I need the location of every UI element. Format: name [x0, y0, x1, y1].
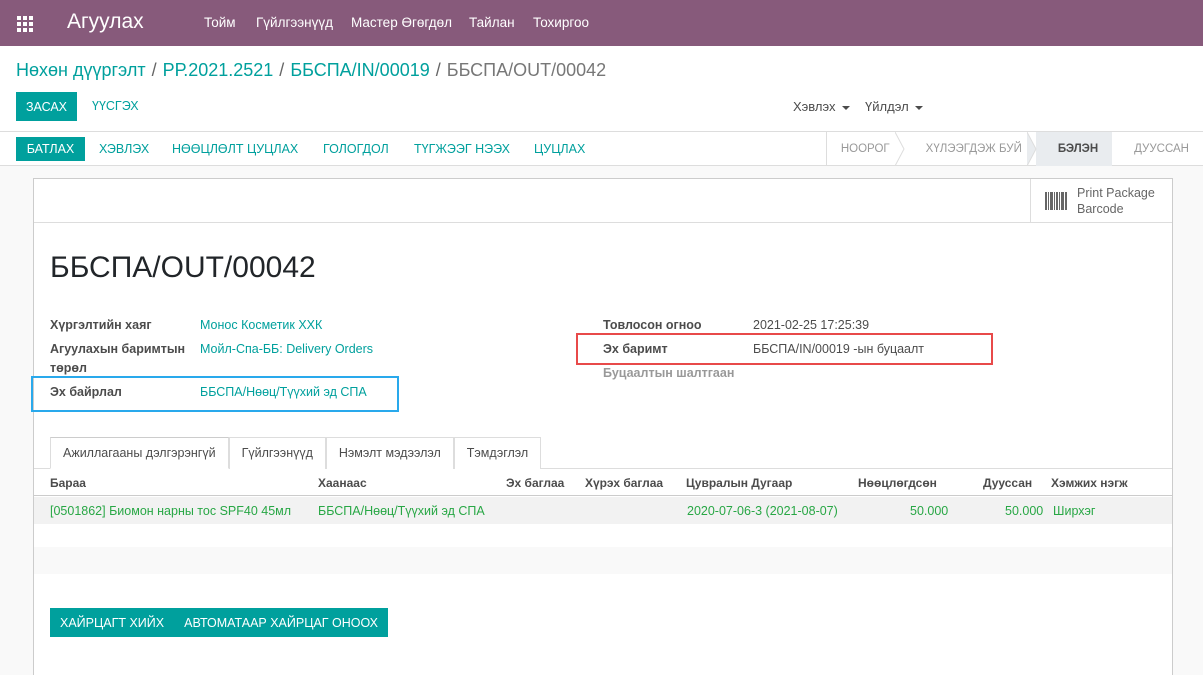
confirm-button[interactable]: БАТЛАХ: [16, 137, 85, 161]
column-reserved[interactable]: Нөөцлөгдсөн: [858, 476, 937, 490]
pack-buttons: ХАЙРЦАГТ ХИЙХ АВТОМАТААР ХАЙРЦАГ ОНООХ: [50, 608, 389, 637]
action-dropdown-label: Үйлдэл: [865, 99, 909, 114]
stage-ready-label: БЭЛЭН: [1057, 143, 1099, 155]
breadcrumb-separator: /: [151, 60, 157, 80]
cell-uom: Ширхэг: [1053, 504, 1096, 518]
control-panel: Нөхөн дүүргэлт / РР.2021.2521/ББСПА/IN/000…: [0, 46, 1203, 166]
apps-menu-icon[interactable]: [17, 16, 33, 32]
empty-row: [34, 547, 1172, 574]
menu-reporting[interactable]: Тайлан: [469, 15, 515, 30]
column-from[interactable]: Хаанаас: [318, 476, 367, 490]
cancel-button[interactable]: ЦУЦЛАХ: [534, 142, 585, 156]
scrap-button[interactable]: ГОЛОГДОЛ: [323, 142, 389, 156]
chevron-right-icon: [894, 132, 905, 166]
chevron-right-icon: [1026, 132, 1037, 166]
breadcrumb: Нөхөн дүүргэлт / РР.2021.2521/ББСПА/IN/000…: [16, 60, 606, 81]
breadcrumb-in-picking[interactable]: ББСПА/IN/00019: [290, 60, 429, 80]
auto-pack-button[interactable]: АВТОМАТААР ХАЙРЦАГ ОНООХ: [174, 608, 388, 637]
source-document-highlight: [576, 333, 993, 365]
stage-done-label: ДУУССАН: [1134, 143, 1189, 155]
column-product[interactable]: Бараа: [50, 476, 86, 490]
unreserve-button[interactable]: НӨӨЦЛӨЛТ ЦУЦЛАХ: [172, 142, 298, 156]
delivery-address-link[interactable]: Монос Косметик ХХК: [200, 318, 322, 332]
stage-pipeline: НООРОГ ХҮЛЭЭГДЭЖ БУЙ БЭЛЭН ДУУССАН: [825, 132, 1203, 166]
stage-done[interactable]: ДУУССАН: [1112, 132, 1203, 166]
chevron-right-icon: [1103, 132, 1113, 166]
stage-ready[interactable]: БЭЛЭН: [1035, 132, 1113, 166]
operation-type-link[interactable]: Мойл-Спа-ББ: Delivery Orders: [200, 342, 373, 356]
cell-done: 50.000: [1005, 504, 1044, 518]
stage-waiting-label: ХҮЛЭЭГДЭЖ БУЙ: [925, 143, 1022, 155]
table-header: Бараа Хаанаас Эх баглаа Хүрэх баглаа Цув…: [34, 469, 1172, 496]
notebook-tabs: Ажиллагааны дэлгэрэнгүй Гүйлгээнүүд Нэмэ…: [50, 437, 542, 469]
tab-note[interactable]: Тэмдэглэл: [453, 437, 542, 469]
smart-label-line1: Print Package: [1077, 186, 1155, 200]
cell-lot: 2020-07-06-3 (2021-08-07): [687, 504, 838, 518]
caret-down-icon: [841, 105, 850, 110]
button-box: Print Package Barcode: [34, 179, 1172, 223]
stage-draft[interactable]: НООРОГ: [827, 132, 905, 166]
menu-master-data[interactable]: Мастер Өгөгдөл: [351, 15, 452, 30]
scheduled-date-label: Товлосон огноо: [603, 318, 702, 332]
menu-operations[interactable]: Гүйлгээнүүд: [256, 15, 333, 30]
print-package-barcode-button[interactable]: Print Package Barcode: [1030, 179, 1172, 223]
breadcrumb-current: ББСПА/OUT/00042: [446, 60, 607, 80]
breadcrumb-rr[interactable]: РР.2021.2521: [163, 60, 274, 80]
print-button[interactable]: ХЭВЛЭХ: [99, 142, 149, 156]
source-location-highlight: [31, 376, 399, 412]
caret-down-icon: [914, 105, 923, 110]
cell-reserved: 50.000: [910, 504, 949, 518]
form-sheet: Print Package Barcode ББСПА/OUT/00042 Хү…: [33, 178, 1173, 675]
create-button[interactable]: ҮҮСГЭХ: [92, 99, 139, 113]
unlock-button[interactable]: ТҮГЖЭЭГ НЭЭХ: [414, 142, 510, 156]
print-dropdown-label: Хэвлэх: [793, 99, 836, 114]
edit-button[interactable]: ЗАСАХ: [16, 92, 77, 121]
breadcrumb-separator: /: [279, 60, 285, 80]
column-uom[interactable]: Хэмжих нэгж: [1051, 476, 1128, 490]
delivery-address-label: Хүргэлтийн хаяг: [50, 318, 152, 332]
print-package-barcode-label: Print Package Barcode: [1077, 185, 1155, 217]
barcode-icon: [1045, 192, 1067, 210]
column-source-package[interactable]: Эх баглаа: [506, 476, 564, 490]
table-row[interactable]: [0501862] Биомон нарны тос SPF40 45мл ББ…: [34, 497, 1172, 524]
stage-draft-label: НООРОГ: [840, 143, 890, 155]
cell-from: ББСПА/Нөөц/Түүхий эд СПА: [318, 504, 485, 518]
record-title: ББСПА/OUT/00042: [50, 251, 316, 284]
cell-product: [0501862] Биомон нарны тос SPF40 45мл: [50, 504, 292, 518]
smart-label-line2: Barcode: [1077, 202, 1124, 216]
top-navbar: Агуулах Тойм Гүйлгээнүүд Мастер Өгөгдөл …: [0, 0, 1203, 46]
column-done[interactable]: Дууссан: [983, 476, 1032, 490]
put-in-pack-button[interactable]: ХАЙРЦАГТ ХИЙХ: [50, 608, 174, 637]
print-dropdown[interactable]: Хэвлэх: [793, 99, 850, 114]
action-dropdown[interactable]: Үйлдэл: [865, 99, 923, 114]
tab-additional-info[interactable]: Нэмэлт мэдээлэл: [325, 437, 454, 469]
operation-type-label-line1: Агуулахын баримтын: [50, 342, 186, 356]
return-reason-label: Буцаалтын шалтгаан: [603, 366, 735, 380]
menu-configuration[interactable]: Тохиргоо: [533, 15, 589, 30]
tab-operations[interactable]: Гүйлгээнүүд: [228, 437, 326, 469]
menu-overview[interactable]: Тойм: [204, 15, 236, 30]
operation-type-label-line2: төрөл: [50, 361, 87, 375]
column-destination-package[interactable]: Хүрэх баглаа: [585, 476, 663, 490]
scheduled-date-value: 2021-02-25 17:25:39: [753, 318, 870, 332]
status-bar: БАТЛАХ ХЭВЛЭХ НӨӨЦЛӨЛТ ЦУЦЛАХ ГОЛОГДОЛ Т…: [0, 131, 1203, 166]
column-lot[interactable]: Цувралын Дугаар: [686, 476, 792, 490]
breadcrumb-replenishment[interactable]: Нөхөн дүүргэлт: [16, 60, 146, 80]
app-title[interactable]: Агуулах: [67, 10, 144, 34]
tab-detailed-operations[interactable]: Ажиллагааны дэлгэрэнгүй: [50, 437, 229, 469]
stage-waiting[interactable]: ХҮЛЭЭГДЭЖ БУЙ: [904, 132, 1037, 166]
breadcrumb-separator: /: [435, 60, 441, 80]
